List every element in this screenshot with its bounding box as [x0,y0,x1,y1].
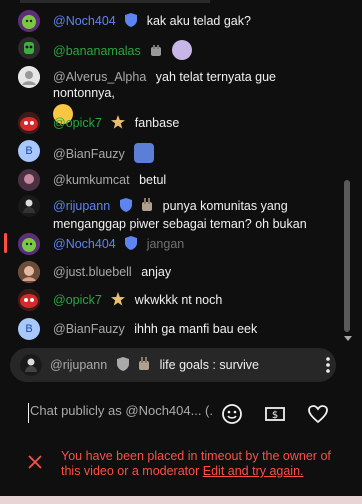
member-badge-icon [150,45,162,61]
avatar-letter: B [25,323,33,335]
message-text: fanbase [134,116,180,130]
message-content: @opick7 fanbase [53,115,334,133]
avatar[interactable] [18,10,40,32]
avatar[interactable]: B [18,140,40,162]
author-name[interactable]: @rijupann [50,358,107,372]
author-name[interactable]: @BianFauzy [53,322,125,336]
message-content: @just.bluebell anjay [53,264,334,280]
message-content: @BianFauzy [53,143,334,163]
pinned-message-banner[interactable]: @rijupann life goals : survive [10,348,336,382]
author-name[interactable]: @kumkumcat [53,173,130,187]
author-name[interactable]: @just.bluebell [53,265,132,279]
author-name[interactable]: @Noch404 [53,237,116,251]
message-text: wkwkkk nt noch [134,293,223,307]
avatar[interactable] [18,112,40,134]
message-text: jangan [146,237,185,251]
message-text: ihhh ga manfi bau eek [134,322,258,336]
member-badge-icon [141,198,153,216]
chat-messages-list[interactable]: @Noch404 kak aku telad gak? @bananamalas… [0,0,344,348]
message-content: @opick7 wkwkkk nt noch [53,292,334,310]
message-content: @BianFauzy ihhh ga manfi bau eek [53,321,334,337]
anime-girl-emoji-icon [171,40,192,60]
top-partial-bar [20,0,210,3]
edit-and-try-again-link[interactable]: Edit and try again. [203,464,304,478]
heart-icon[interactable] [307,403,329,425]
message-text: kak aku telad gak? [146,14,251,28]
moderator-badge-icon [125,236,138,254]
author-name[interactable]: @bananamalas [53,44,141,58]
scroll-down-arrow-icon[interactable] [343,335,353,345]
message-content: @rijupann punya komunitas yang mengangga… [53,198,334,232]
message-content: @bananamalas [53,40,334,61]
avatar[interactable] [18,37,40,59]
author-name[interactable]: @rijupann [53,199,110,213]
avatar[interactable] [18,169,40,191]
author-name[interactable]: @opick7 [53,293,102,307]
member-star-badge-icon [111,115,126,133]
pinned-message-text: life goals : survive [159,358,259,372]
avatar[interactable] [18,289,40,311]
dollar-bill-icon[interactable]: $ [264,403,286,425]
timeout-notice: You have been placed in timeout by the o… [0,438,362,498]
svg-text:$: $ [272,410,278,421]
author-name[interactable]: @BianFauzy [53,147,125,161]
message-content: @Noch404 jangan [53,236,334,254]
avatar[interactable] [18,66,40,88]
chat-scrollbar-thumb[interactable] [344,180,350,332]
close-x-icon[interactable] [28,455,42,469]
author-name[interactable]: @Noch404 [53,14,116,28]
avatar[interactable] [18,233,40,255]
chat-input[interactable]: Chat publicly as @Noch404... (... [28,403,214,423]
avatar[interactable] [18,195,40,217]
moderator-badge-icon [116,357,129,374]
moderator-badge-icon [119,198,132,216]
author-name[interactable]: @Alverus_Alpha [53,70,146,84]
avatar[interactable] [18,261,40,283]
pinned-message-content: @rijupann life goals : survive [50,357,259,374]
member-badge-icon [138,357,150,374]
message-content: @Noch404 kak aku telad gak? [53,13,334,31]
message-text: betul [139,173,167,187]
timeout-message: You have been placed in timeout by the o… [61,449,351,479]
custom-emoji-icon [134,143,155,163]
avatar[interactable]: B [18,318,40,340]
avatar-letter: B [25,145,33,157]
smiley-icon[interactable] [221,403,243,425]
highlight-marker [4,233,7,253]
author-name[interactable]: @opick7 [53,116,102,130]
vertical-dots-icon[interactable] [324,356,332,374]
member-star-badge-icon [111,292,126,310]
moderator-badge-icon [125,13,138,31]
message-content: @kumkumcat betul [53,172,334,188]
chat-input-row: Chat publicly as @Noch404... (... $ [0,395,362,431]
bottom-edge [0,496,362,504]
message-text: anjay [141,265,172,279]
avatar[interactable] [20,354,42,376]
